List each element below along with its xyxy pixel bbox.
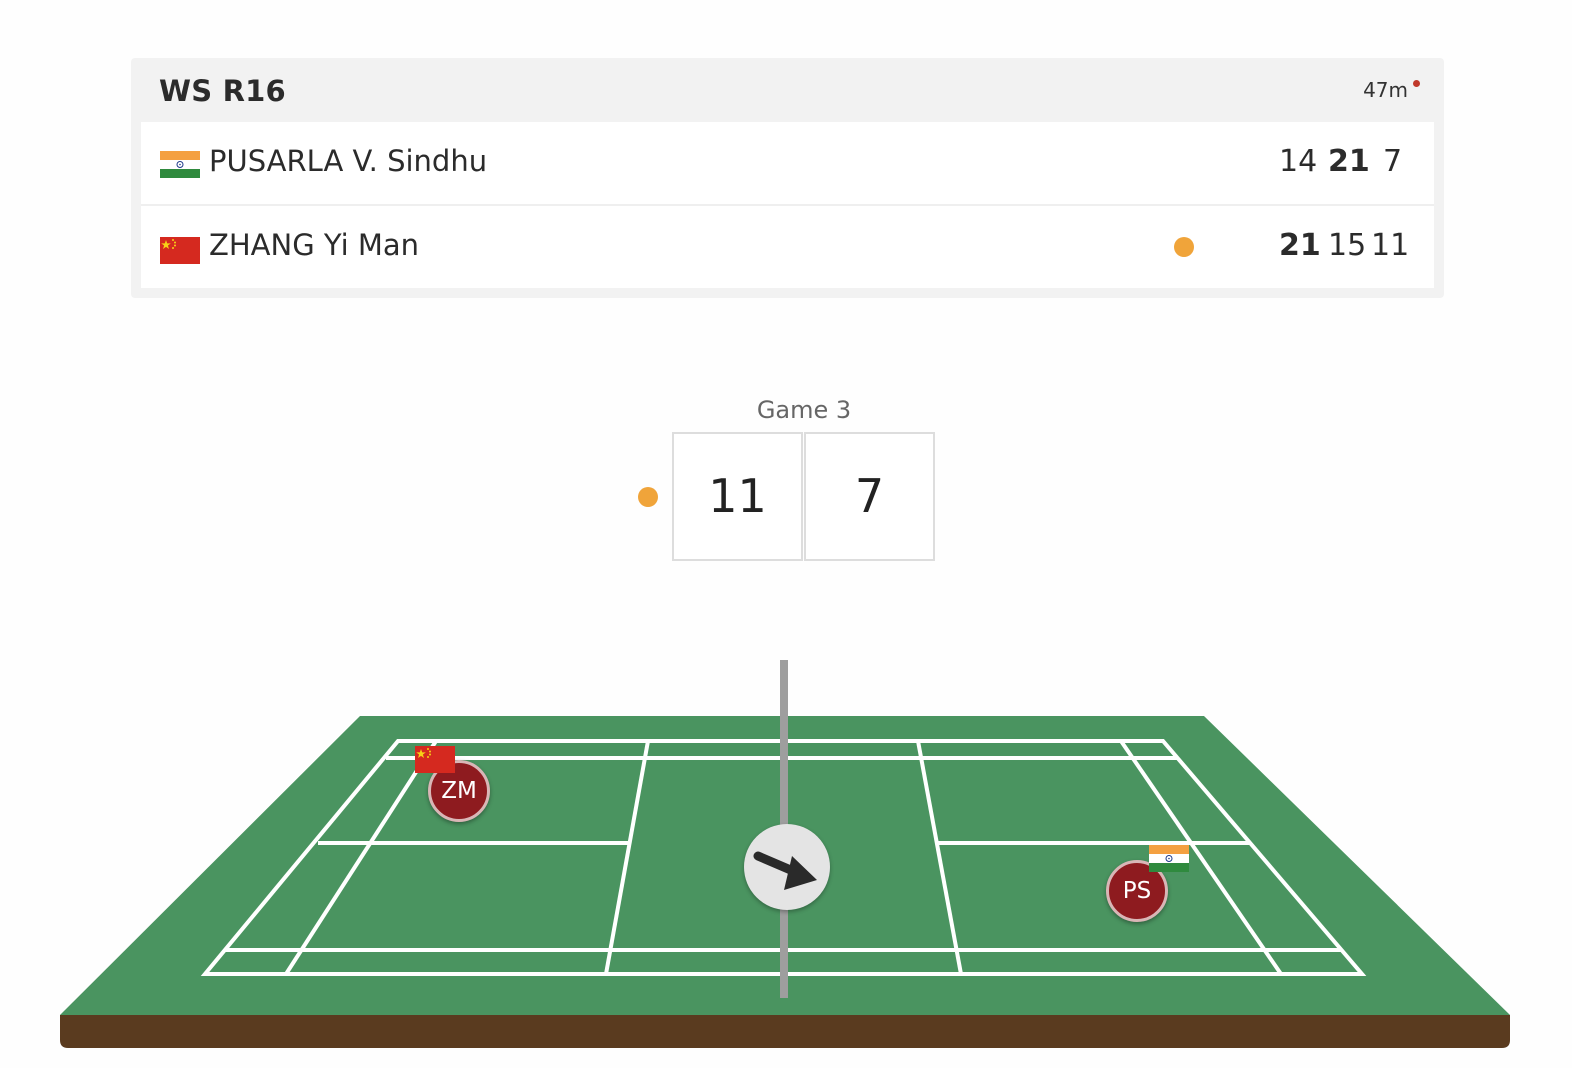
china-flag-icon (415, 746, 455, 773)
arrow-down-right-icon (753, 851, 817, 890)
india-flag-icon (1149, 845, 1189, 872)
player-initials: PS (1122, 878, 1152, 904)
player-initials: ZM (441, 778, 477, 804)
court-base (60, 1015, 1510, 1048)
shuttle-direction-button[interactable] (744, 824, 830, 910)
live-match-widget: WS R16 47m PUSARLA V. Sindhu 14 21 7 ZHA… (0, 0, 1572, 1068)
